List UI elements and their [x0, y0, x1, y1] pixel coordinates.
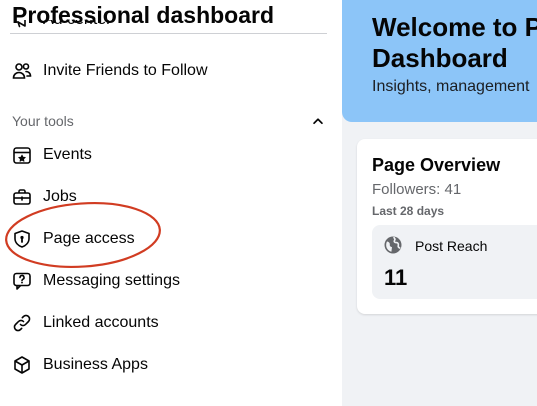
- date-range-label: Last 28 days: [372, 204, 445, 218]
- sidebar: Ad center Professional dashboard Invite …: [0, 0, 342, 406]
- sidebar-item-label: Messaging settings: [43, 272, 180, 289]
- welcome-title-line-1: Welcome to P: [372, 12, 537, 42]
- metric-label: Post Reach: [415, 238, 488, 254]
- cube-icon: [12, 355, 32, 375]
- sidebar-item-jobs[interactable]: Jobs: [12, 182, 77, 212]
- briefcase-icon: [12, 187, 32, 207]
- link-icon: [12, 313, 32, 333]
- metric-value: 11: [384, 265, 408, 290]
- sidebar-item-label: Business Apps: [43, 356, 148, 373]
- globe-icon: [383, 235, 403, 255]
- sidebar-item-invite-friends[interactable]: Invite Friends to Follow: [12, 56, 208, 86]
- page-overview-card: Page Overview Followers: 41 Last 28 days…: [357, 139, 537, 314]
- card-title: Page Overview: [372, 155, 501, 175]
- followers-count: Followers: 41: [372, 181, 462, 198]
- chat-question-icon: [12, 271, 32, 291]
- chevron-up-icon[interactable]: [309, 112, 327, 130]
- sidebar-item-events[interactable]: Events: [12, 140, 92, 170]
- welcome-banner: Welcome to P Dashboard Insights, managem…: [342, 0, 537, 122]
- your-tools-header: Your tools: [12, 111, 327, 131]
- sidebar-item-messaging-settings[interactable]: Messaging settings: [12, 266, 180, 296]
- sidebar-item-label: Jobs: [43, 188, 77, 205]
- welcome-subtitle: Insights, management: [372, 78, 530, 95]
- sidebar-item-label: Linked accounts: [43, 314, 159, 331]
- page-title: Professional dashboard: [12, 2, 275, 28]
- sidebar-item-label: Page access: [43, 230, 135, 247]
- sidebar-item-label: Invite Friends to Follow: [43, 62, 208, 79]
- title-divider: [10, 33, 327, 34]
- main-panel: Welcome to P Dashboard Insights, managem…: [342, 0, 537, 406]
- welcome-title-line-2: Dashboard: [372, 43, 508, 73]
- people-icon: [12, 61, 32, 81]
- section-label: Your tools: [12, 113, 74, 129]
- sidebar-item-business-apps[interactable]: Business Apps: [12, 350, 148, 380]
- calendar-star-icon: [12, 145, 32, 165]
- sidebar-item-label: Events: [43, 146, 92, 163]
- shield-keyhole-icon: [12, 229, 32, 249]
- sidebar-item-linked-accounts[interactable]: Linked accounts: [12, 308, 159, 338]
- post-reach-tile[interactable]: Post Reach 11: [372, 225, 537, 299]
- sidebar-item-page-access[interactable]: Page access: [12, 224, 135, 254]
- welcome-title: Welcome to P Dashboard: [372, 12, 537, 74]
